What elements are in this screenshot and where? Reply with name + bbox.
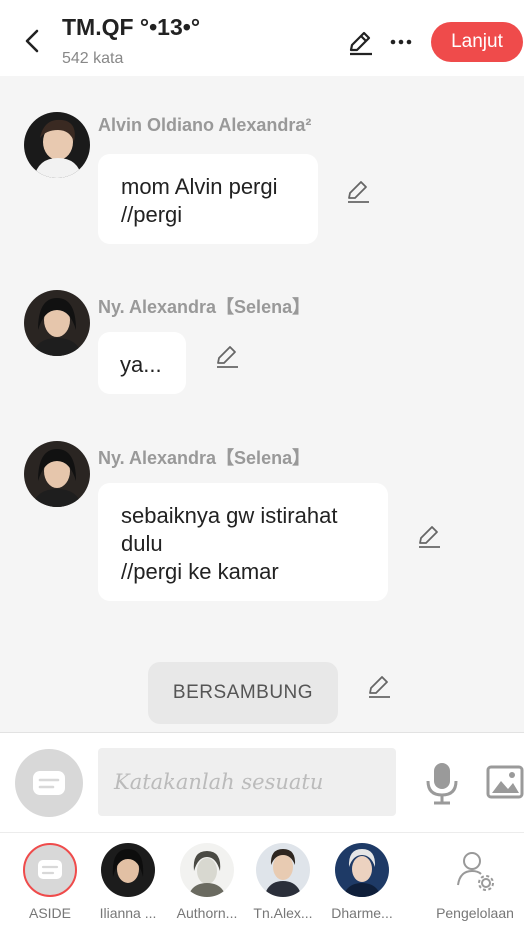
message-text: //pergi — [121, 202, 183, 227]
tab-character[interactable]: Authorn... — [168, 843, 246, 921]
chat-bubble-icon — [23, 843, 77, 897]
story-title: TM.QF °•13•° — [62, 14, 201, 40]
avatar[interactable] — [24, 290, 90, 356]
message-text: //pergi ke kamar — [121, 559, 279, 584]
avatar — [101, 843, 155, 897]
message-input[interactable]: Katakanlah sesuatu — [98, 748, 396, 816]
tab-aside[interactable]: ASIDE — [11, 843, 89, 921]
message-text: dulu — [121, 531, 163, 556]
tab-label: Authorn... — [176, 905, 238, 921]
back-arrow-icon[interactable] — [20, 26, 44, 56]
pencil-icon[interactable] — [416, 523, 442, 549]
avatar — [180, 843, 234, 897]
chat-bubble-icon — [33, 771, 65, 795]
tab-label: Pengelolaan — [436, 905, 514, 921]
avatar[interactable] — [24, 441, 90, 507]
character-tabs: ASIDE Ilianna ... Authorn... Tn.Alex... … — [0, 832, 524, 933]
tab-label: Tn.Alex... — [253, 905, 313, 921]
sender-name: Ny. Alexandra【Selena】 — [98, 448, 311, 468]
aside-toggle-button[interactable] — [15, 749, 83, 817]
tab-label: Dharme... — [331, 905, 393, 921]
top-bar: TM.QF °•13•° 542 kata Lanjut — [0, 0, 524, 76]
user-settings-icon — [457, 852, 494, 891]
tab-label: Ilianna ... — [99, 905, 157, 921]
pencil-icon[interactable] — [214, 343, 240, 369]
tab-character[interactable]: Ilianna ... — [89, 843, 167, 921]
avatar — [256, 843, 310, 897]
sender-name: Ny. Alexandra【Selena】 — [98, 297, 311, 317]
word-count: 542 kata — [62, 50, 124, 67]
message-text: ya... — [120, 352, 162, 377]
message-bubble[interactable]: ya... — [98, 332, 186, 394]
composer-bar: Katakanlah sesuatu — [0, 732, 524, 833]
to-be-continued-label[interactable]: BERSAMBUNG — [148, 662, 338, 724]
next-button[interactable]: Lanjut — [431, 22, 523, 62]
message-text: mom Alvin pergi — [121, 174, 278, 199]
pencil-icon[interactable] — [345, 178, 371, 204]
message-bubble[interactable]: sebaiknya gw istirahat dulu //pergi ke k… — [98, 483, 388, 601]
avatar[interactable] — [24, 112, 90, 178]
pencil-icon[interactable] — [346, 28, 374, 56]
more-icon[interactable] — [388, 28, 414, 56]
microphone-icon[interactable] — [423, 761, 461, 805]
chat-area: Alvin Oldiano Alexandra² mom Alvin pergi… — [0, 76, 524, 732]
tab-character[interactable]: Dharme... — [323, 843, 401, 921]
sender-name: Alvin Oldiano Alexandra² — [98, 115, 312, 135]
avatar — [335, 843, 389, 897]
tab-management[interactable]: Pengelolaan — [430, 843, 520, 921]
message-text: sebaiknya gw istirahat — [121, 503, 338, 528]
pencil-icon[interactable] — [366, 673, 392, 699]
tab-character[interactable]: Tn.Alex... — [244, 843, 322, 921]
message-bubble[interactable]: mom Alvin pergi //pergi — [98, 154, 318, 244]
tab-label: ASIDE — [28, 905, 71, 921]
image-icon[interactable] — [486, 763, 524, 801]
